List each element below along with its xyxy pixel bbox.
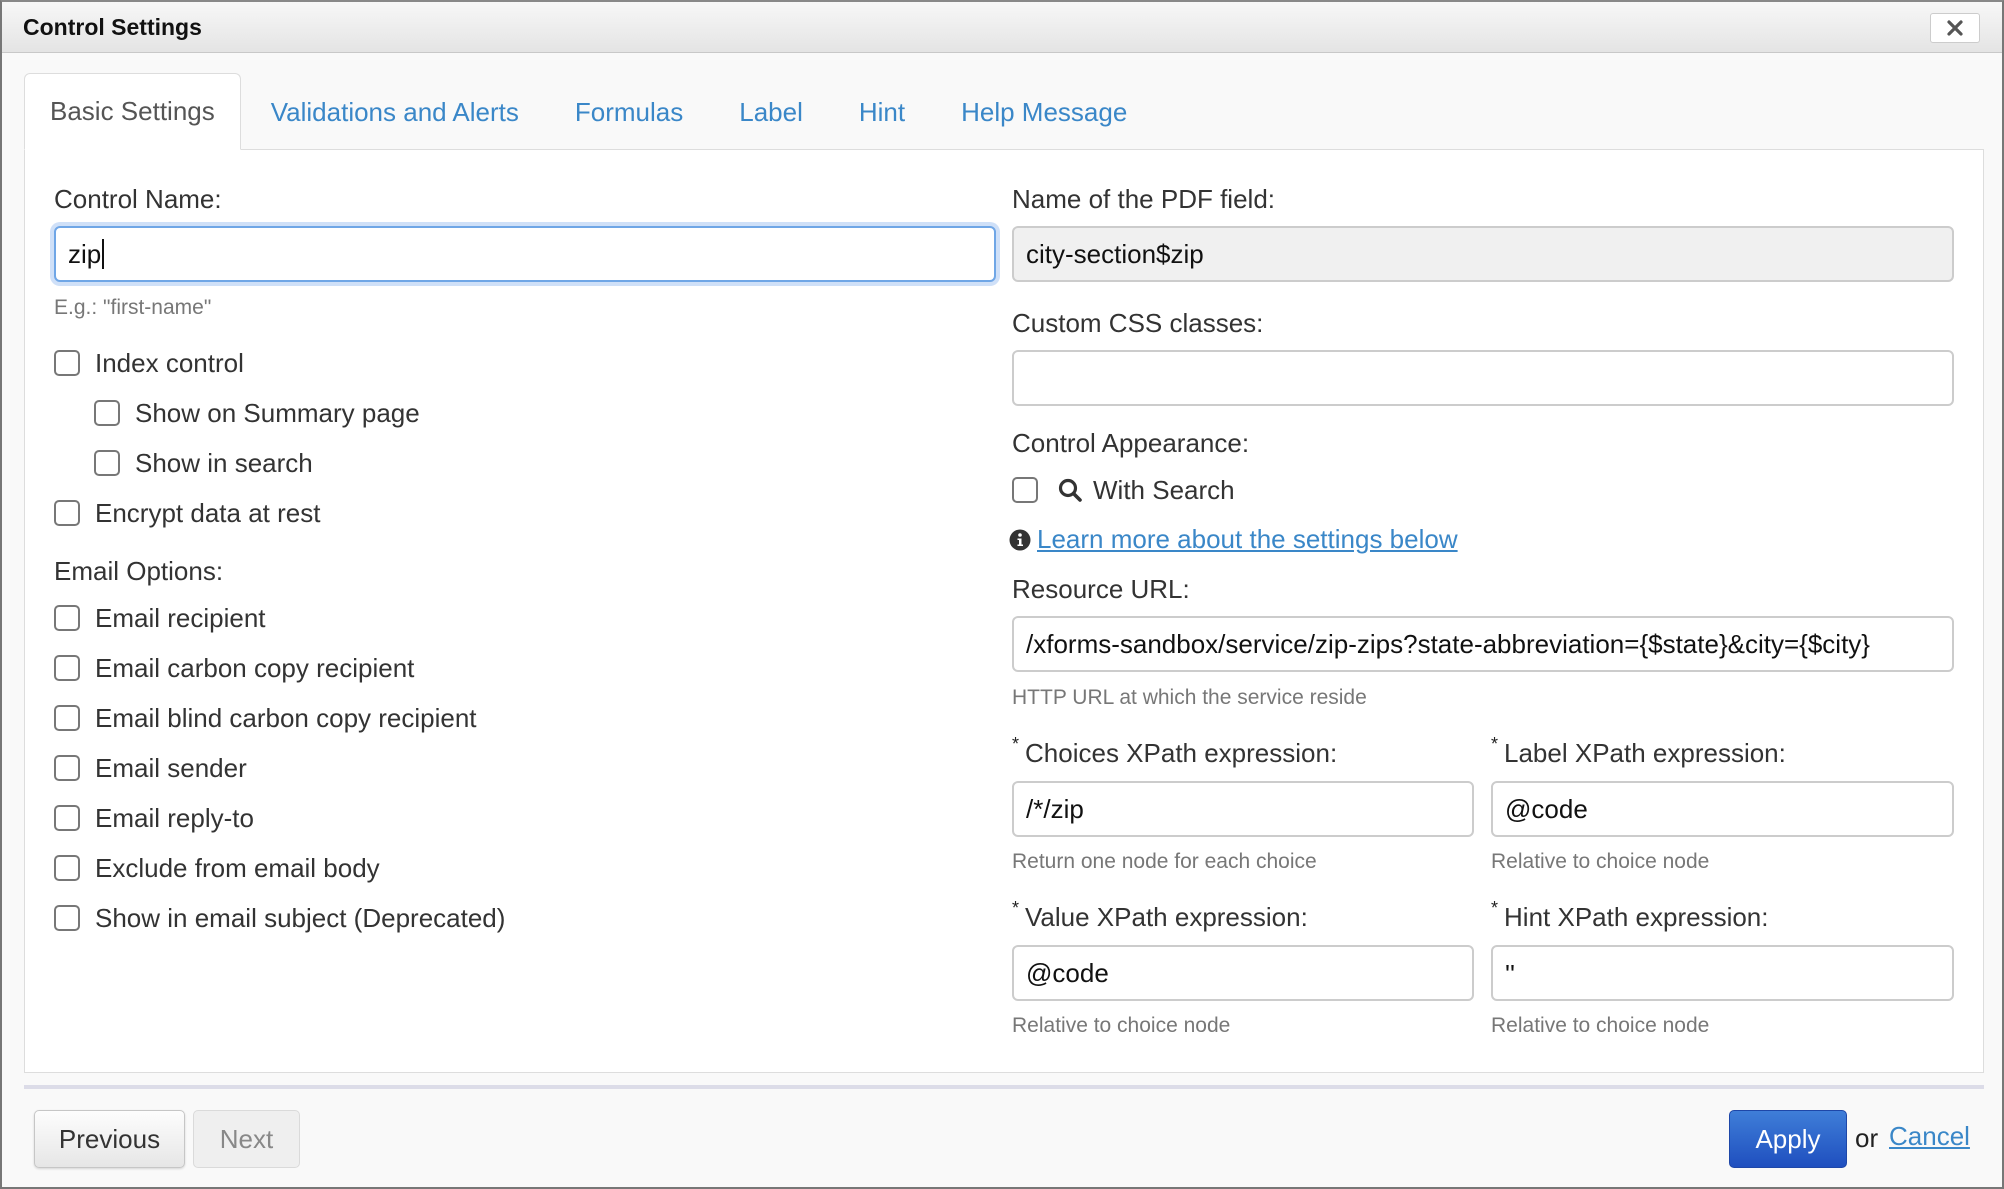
- tab-hint[interactable]: Hint: [833, 74, 931, 150]
- search-icon: [1058, 478, 1082, 502]
- show-on-summary-label: Show on Summary page: [135, 397, 420, 428]
- resource-url-help: HTTP URL at which the service reside: [1012, 686, 1367, 709]
- email-cc-label: Email carbon copy recipient: [95, 652, 415, 683]
- learn-more-row: Learn more about the settings below: [1009, 524, 1458, 555]
- info-icon: [1009, 529, 1031, 550]
- index-control-option[interactable]: Index control: [54, 348, 244, 378]
- show-on-summary-option[interactable]: Show on Summary page: [94, 398, 420, 428]
- label-xpath-help: Relative to choice node: [1491, 850, 1710, 873]
- close-button[interactable]: [1930, 13, 1980, 43]
- dialog-titlebar: Control Settings: [2, 2, 2002, 53]
- hint-xpath-help: Relative to choice node: [1491, 1014, 1710, 1037]
- index-control-label: Index control: [95, 347, 244, 378]
- pdf-field-input[interactable]: city-section$zip: [1012, 226, 1954, 282]
- choices-xpath-input[interactable]: /*/zip: [1012, 781, 1474, 837]
- encrypt-data-option[interactable]: Encrypt data at rest: [54, 498, 320, 528]
- value-xpath-help: Relative to choice node: [1012, 1014, 1231, 1037]
- label-xpath-label: * Label XPath expression:: [1491, 734, 1786, 768]
- exclude-email-body-label: Exclude from email body: [95, 852, 380, 883]
- show-in-search-label: Show in search: [135, 447, 313, 478]
- tab-help-message[interactable]: Help Message: [935, 74, 1153, 150]
- text-caret: [102, 239, 105, 269]
- with-search-label: With Search: [1093, 474, 1235, 505]
- encrypt-data-checkbox[interactable]: [54, 500, 80, 526]
- required-asterisk-icon: *: [1491, 898, 1499, 918]
- email-reply-to-option[interactable]: Email reply-to: [54, 803, 254, 833]
- control-name-input[interactable]: zip: [54, 226, 996, 282]
- resource-url-input[interactable]: /xforms-sandbox/service/zip-zips?state-a…: [1012, 616, 1954, 672]
- previous-button[interactable]: Previous: [34, 1110, 185, 1168]
- pdf-field-label: Name of the PDF field:: [1012, 184, 1275, 214]
- show-in-email-subject-label: Show in email subject (Deprecated): [95, 902, 506, 933]
- encrypt-data-label: Encrypt data at rest: [95, 497, 321, 528]
- footer-divider: [24, 1085, 1984, 1089]
- control-appearance-label: Control Appearance:: [1012, 428, 1250, 458]
- required-asterisk-icon: *: [1491, 734, 1499, 754]
- exclude-email-body-checkbox[interactable]: [54, 855, 80, 881]
- required-asterisk-icon: *: [1012, 898, 1020, 918]
- show-in-email-subject-checkbox[interactable]: [54, 905, 80, 931]
- tab-basic-settings[interactable]: Basic Settings: [24, 73, 241, 150]
- index-control-checkbox[interactable]: [54, 350, 80, 376]
- show-in-search-option[interactable]: Show in search: [94, 448, 313, 478]
- css-classes-input[interactable]: [1012, 350, 1954, 406]
- learn-more-link[interactable]: Learn more about the settings below: [1037, 524, 1458, 555]
- resource-url-label: Resource URL:: [1012, 574, 1190, 604]
- apply-button[interactable]: Apply: [1729, 1110, 1847, 1168]
- label-xpath-input[interactable]: @code: [1491, 781, 1954, 837]
- tab-validations-and-alerts[interactable]: Validations and Alerts: [245, 74, 545, 150]
- control-settings-dialog: Control Settings Basic Settings Validati…: [0, 0, 2004, 1189]
- value-xpath-input[interactable]: @code: [1012, 945, 1474, 1001]
- email-recipient-label: Email recipient: [95, 602, 266, 633]
- email-reply-to-label: Email reply-to: [95, 802, 254, 833]
- choices-xpath-help: Return one node for each choice: [1012, 850, 1317, 873]
- hint-xpath-input[interactable]: '': [1491, 945, 1954, 1001]
- with-search-checkbox[interactable]: [1012, 477, 1038, 503]
- control-name-help: E.g.: "first-name": [54, 296, 212, 319]
- email-sender-label: Email sender: [95, 752, 247, 783]
- next-button[interactable]: Next: [193, 1110, 300, 1168]
- email-cc-option[interactable]: Email carbon copy recipient: [54, 653, 414, 683]
- email-sender-option[interactable]: Email sender: [54, 753, 247, 783]
- cancel-link[interactable]: Cancel: [1889, 1121, 1970, 1152]
- tab-label[interactable]: Label: [713, 74, 829, 150]
- email-options-label: Email Options:: [54, 556, 224, 586]
- tab-panel-basic-settings: [24, 149, 1984, 1073]
- show-in-search-checkbox[interactable]: [94, 450, 120, 476]
- email-bcc-option[interactable]: Email blind carbon copy recipient: [54, 703, 477, 733]
- value-xpath-label: * Value XPath expression:: [1012, 898, 1308, 932]
- email-cc-checkbox[interactable]: [54, 655, 80, 681]
- show-on-summary-checkbox[interactable]: [94, 400, 120, 426]
- required-asterisk-icon: *: [1012, 734, 1020, 754]
- email-recipient-checkbox[interactable]: [54, 605, 80, 631]
- tab-bar: Basic Settings Validations and Alerts Fo…: [24, 73, 1980, 150]
- choices-xpath-label: * Choices XPath expression:: [1012, 734, 1338, 768]
- email-sender-checkbox[interactable]: [54, 755, 80, 781]
- control-name-label: Control Name:: [54, 184, 222, 214]
- with-search-option[interactable]: With Search: [1012, 475, 1235, 505]
- tab-formulas[interactable]: Formulas: [549, 74, 709, 150]
- close-icon: [1947, 20, 1963, 36]
- email-reply-to-checkbox[interactable]: [54, 805, 80, 831]
- dialog-title: Control Settings: [23, 14, 202, 40]
- exclude-email-body-option[interactable]: Exclude from email body: [54, 853, 380, 883]
- css-classes-label: Custom CSS classes:: [1012, 308, 1264, 338]
- control-name-value: zip: [68, 238, 102, 269]
- show-in-email-subject-option[interactable]: Show in email subject (Deprecated): [54, 903, 505, 933]
- email-recipient-option[interactable]: Email recipient: [54, 603, 266, 633]
- hint-xpath-label: * Hint XPath expression:: [1491, 898, 1769, 932]
- or-text: or: [1855, 1123, 1879, 1153]
- email-bcc-label: Email blind carbon copy recipient: [95, 702, 477, 733]
- email-bcc-checkbox[interactable]: [54, 705, 80, 731]
